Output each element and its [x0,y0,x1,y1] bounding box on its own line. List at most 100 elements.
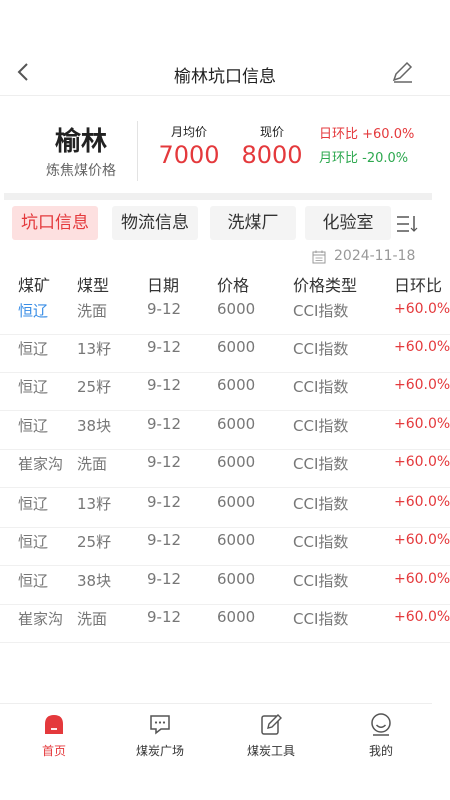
mine-cell: 恒辽 [18,417,49,435]
current-price-value: 8000 [241,141,303,169]
tabbar-label: 煤炭工具 [246,744,295,758]
coal-type-cell: 13籽 [77,340,112,358]
price-cell: 6000 [217,531,256,549]
nav-bar: 榆林坑口信息 [0,50,450,96]
table-header: 煤矿 煤型 日期 价格 价格类型 日环比 [0,272,450,295]
table-row[interactable]: 恒辽 38块 9-12 6000 CCI指数 +60.0% [0,567,450,605]
date-cell: 9-12 [147,376,182,394]
tab-lab[interactable]: 化验室 [305,206,391,240]
city-name: 榆林 [54,127,107,157]
table-row[interactable]: 崔家沟 洗面 9-12 6000 CCI指数 +60.0% [0,605,450,643]
date-cell: 9-12 [147,338,182,356]
category-tabs: 坑口信息 物流信息 洗煤厂 化验室 [0,206,450,242]
price-cell: 6000 [217,493,256,511]
bottom-tab-bar: 首页 煤炭广场 煤炭工具 我的 [0,703,432,765]
edit-icon[interactable] [390,59,416,85]
mine-cell: 崔家沟 [18,610,64,628]
change-cell: +60.0% [394,532,450,548]
tabbar-label: 我的 [368,744,393,758]
price-type-cell: CCI指数 [293,302,349,320]
tabbar-mine[interactable]: 我的 [341,712,421,759]
coal-type-cell: 洗面 [77,302,108,320]
price-type-cell: CCI指数 [293,455,349,473]
current-price-label: 现价 [259,125,284,139]
change-cell: +60.0% [394,301,450,317]
selected-date: 2024-11-18 [334,248,416,264]
table-row[interactable]: 恒辽 38块 9-12 6000 CCI指数 +60.0% [0,412,450,450]
coal-type-cell: 38块 [77,417,112,435]
coal-type-cell: 25籽 [77,533,112,551]
mine-cell: 恒辽 [18,340,49,358]
column-header: 价格类型 [293,276,358,295]
table-row[interactable]: 崔家沟 洗面 9-12 6000 CCI指数 +60.0% [0,450,450,488]
change-cell: +60.0% [394,609,450,625]
tabbar-coal-square[interactable]: 煤炭广场 [120,712,200,759]
change-cell: +60.0% [394,377,450,393]
coal-type-cell: 洗面 [77,610,108,628]
date-cell: 9-12 [147,300,182,318]
table-row[interactable]: 恒辽 13籽 9-12 6000 CCI指数 +60.0% [0,490,450,528]
tab-washery[interactable]: 洗煤厂 [210,206,296,240]
mine-cell: 恒辽 [18,572,49,590]
section-divider [4,193,432,200]
price-type-cell: CCI指数 [293,610,349,628]
home-icon [45,715,63,734]
table-row[interactable]: 恒辽 洗面 9-12 6000 CCI指数 +60.0% [0,297,450,335]
price-cell: 6000 [217,300,256,318]
coal-type-cell: 13籽 [77,495,112,513]
price-type-cell: CCI指数 [293,533,349,551]
tab-logistics[interactable]: 物流信息 [112,206,198,240]
column-header: 价格 [217,276,250,295]
tab-pit-info[interactable]: 坑口信息 [12,206,98,240]
column-header: 日期 [147,276,180,295]
mine-cell: 崔家沟 [18,455,64,473]
calendar-icon [312,250,326,264]
coal-type-cell: 38块 [77,572,112,590]
column-header: 日环比 [394,276,443,295]
change-cell: +60.0% [394,454,450,470]
mine-link[interactable]: 恒辽 [18,300,48,321]
change-cell: +60.0% [394,571,450,587]
tabbar-coal-tools[interactable]: 煤炭工具 [231,712,311,759]
page-title: 榆林坑口信息 [174,67,276,87]
tabbar-label: 煤炭广场 [135,744,184,758]
more-tabs-icon[interactable] [396,214,418,234]
price-type-cell: CCI指数 [293,495,349,513]
change-cell: +60.0% [394,339,450,355]
table-row[interactable]: 恒辽 13籽 9-12 6000 CCI指数 +60.0% [0,335,450,373]
price-cell: 6000 [217,453,256,471]
column-header: 煤矿 [18,276,51,295]
month-change: 月环比 -20.0% [319,151,409,166]
price-cell: 6000 [217,338,256,356]
mine-cell: 恒辽 [18,378,49,396]
date-cell: 9-12 [147,493,182,511]
coal-type-cell: 25籽 [77,378,112,396]
coal-type-cell: 洗面 [77,455,108,473]
tabbar-label: 首页 [41,744,66,758]
change-cell: +60.0% [394,416,450,432]
mine-cell: 恒辽 [18,533,49,551]
date-cell: 9-12 [147,608,182,626]
coal-type-subtitle: 炼焦煤价格 [46,163,116,179]
monthly-avg-label: 月均价 [170,125,207,139]
price-type-cell: CCI指数 [293,340,349,358]
divider [137,121,138,181]
date-cell: 9-12 [147,531,182,549]
table-row[interactable]: 恒辽 25籽 9-12 6000 CCI指数 +60.0% [0,373,450,411]
price-summary: 榆林 炼焦煤价格 月均价 7000 现价 8000 日环比 +60.0% 月环比… [0,97,450,193]
change-cell: +60.0% [394,494,450,510]
mine-cell: 恒辽 [18,495,49,513]
tool-edit-icon [261,714,282,735]
date-cell: 9-12 [147,570,182,588]
price-cell: 6000 [217,570,256,588]
date-cell: 9-12 [147,453,182,471]
date-cell: 9-12 [147,415,182,433]
column-header: 煤型 [77,276,110,295]
price-type-cell: CCI指数 [293,378,349,396]
table-row[interactable]: 恒辽 25籽 9-12 6000 CCI指数 +60.0% [0,528,450,566]
tabbar-home[interactable]: 首页 [14,712,94,759]
price-type-cell: CCI指数 [293,417,349,435]
day-change: 日环比 +60.0% [319,127,415,142]
price-type-cell: CCI指数 [293,572,349,590]
price-cell: 6000 [217,376,256,394]
